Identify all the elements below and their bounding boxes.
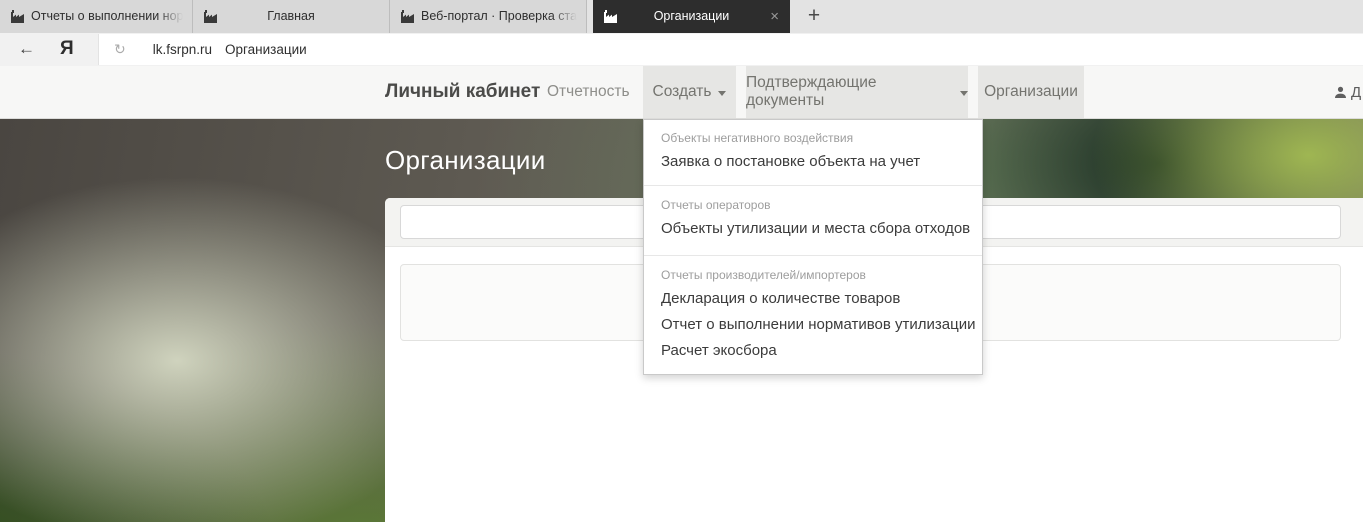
tab-bar: Отчеты о выполнении норм Главная Веб-пор…	[0, 0, 1363, 33]
factory-icon	[399, 9, 415, 24]
tab-title: Организации	[621, 0, 762, 33]
nav-item-label: Организации	[984, 83, 1078, 101]
tab-title: Главная	[221, 0, 361, 33]
caret-down-icon	[960, 91, 968, 96]
new-tab-button[interactable]: +	[799, 0, 829, 33]
factory-icon	[202, 9, 218, 24]
menu-item-utilization-objects[interactable]: Объекты утилизации и места сбора отходов	[644, 216, 982, 242]
user-icon	[1334, 86, 1347, 99]
yandex-logo-icon[interactable]: Я	[60, 33, 74, 65]
tab-reports[interactable]: Отчеты о выполнении норм	[0, 0, 193, 33]
menu-section-header: Отчеты производителей/импортеров	[644, 264, 982, 286]
address-page-title: Организации	[225, 42, 307, 57]
user-menu[interactable]: Д	[1334, 66, 1361, 118]
tab-webportal[interactable]: Веб-портал · Проверка ста	[390, 0, 587, 33]
page-content: Организации Объекты негативного воздейст…	[0, 119, 1363, 522]
nav-item-create[interactable]: Создать	[643, 66, 736, 118]
menu-item-utilization-norms-report[interactable]: Отчет о выполнении нормативов утилизации	[644, 312, 982, 338]
close-tab-icon[interactable]: ×	[770, 0, 779, 33]
menu-section-header: Объекты негативного воздействия	[644, 127, 982, 149]
nav-item-organizations[interactable]: Организации	[978, 66, 1084, 118]
menu-section-header: Отчеты операторов	[644, 194, 982, 216]
create-dropdown-menu: Объекты негативного воздействия Заявка о…	[643, 119, 983, 375]
nav-item-reporting[interactable]: Отчетность	[547, 66, 630, 118]
menu-section-producer-importer-reports: Отчеты производителей/импортеров Деклара…	[644, 256, 982, 374]
menu-section-negative-impact: Объекты негативного воздействия Заявка о…	[644, 120, 982, 185]
page-title: Организации	[385, 145, 546, 176]
nav-item-label: Создать	[653, 83, 712, 101]
menu-item-eco-fee-calculation[interactable]: Расчет экосбора	[644, 338, 982, 364]
factory-icon	[9, 9, 25, 24]
tab-title: Веб-портал · Проверка ста	[421, 0, 580, 33]
tab-title: Отчеты о выполнении норм	[31, 0, 186, 33]
factory-icon	[602, 9, 618, 24]
tab-organizations-active[interactable]: Организации ×	[593, 0, 790, 33]
back-icon[interactable]: ←	[18, 33, 35, 65]
browser-window: Отчеты о выполнении норм Главная Веб-пор…	[0, 0, 1363, 522]
browser-toolbar: ← Я ↻ lk.fsrpn.ru Организации	[0, 33, 1363, 66]
nav-item-label: Подтверждающие документы	[746, 74, 953, 110]
refresh-icon[interactable]: ↻	[114, 41, 126, 58]
nav-item-confirming-documents[interactable]: Подтверждающие документы	[746, 66, 968, 118]
brand-title: Личный кабинет	[385, 66, 540, 118]
site-navbar: Личный кабинет Отчетность Создать Подтве…	[0, 66, 1363, 119]
tab-home[interactable]: Главная	[193, 0, 390, 33]
address-domain: lk.fsrpn.ru	[153, 42, 212, 57]
caret-down-icon	[718, 91, 726, 96]
address-bar[interactable]: ↻ lk.fsrpn.ru Организации	[98, 34, 1363, 65]
menu-item-object-registration-request[interactable]: Заявка о постановке объекта на учет	[644, 149, 982, 175]
menu-item-goods-quantity-declaration[interactable]: Декларация о количестве товаров	[644, 286, 982, 312]
user-name: Д	[1351, 84, 1361, 101]
menu-section-operator-reports: Отчеты операторов Объекты утилизации и м…	[644, 186, 982, 255]
